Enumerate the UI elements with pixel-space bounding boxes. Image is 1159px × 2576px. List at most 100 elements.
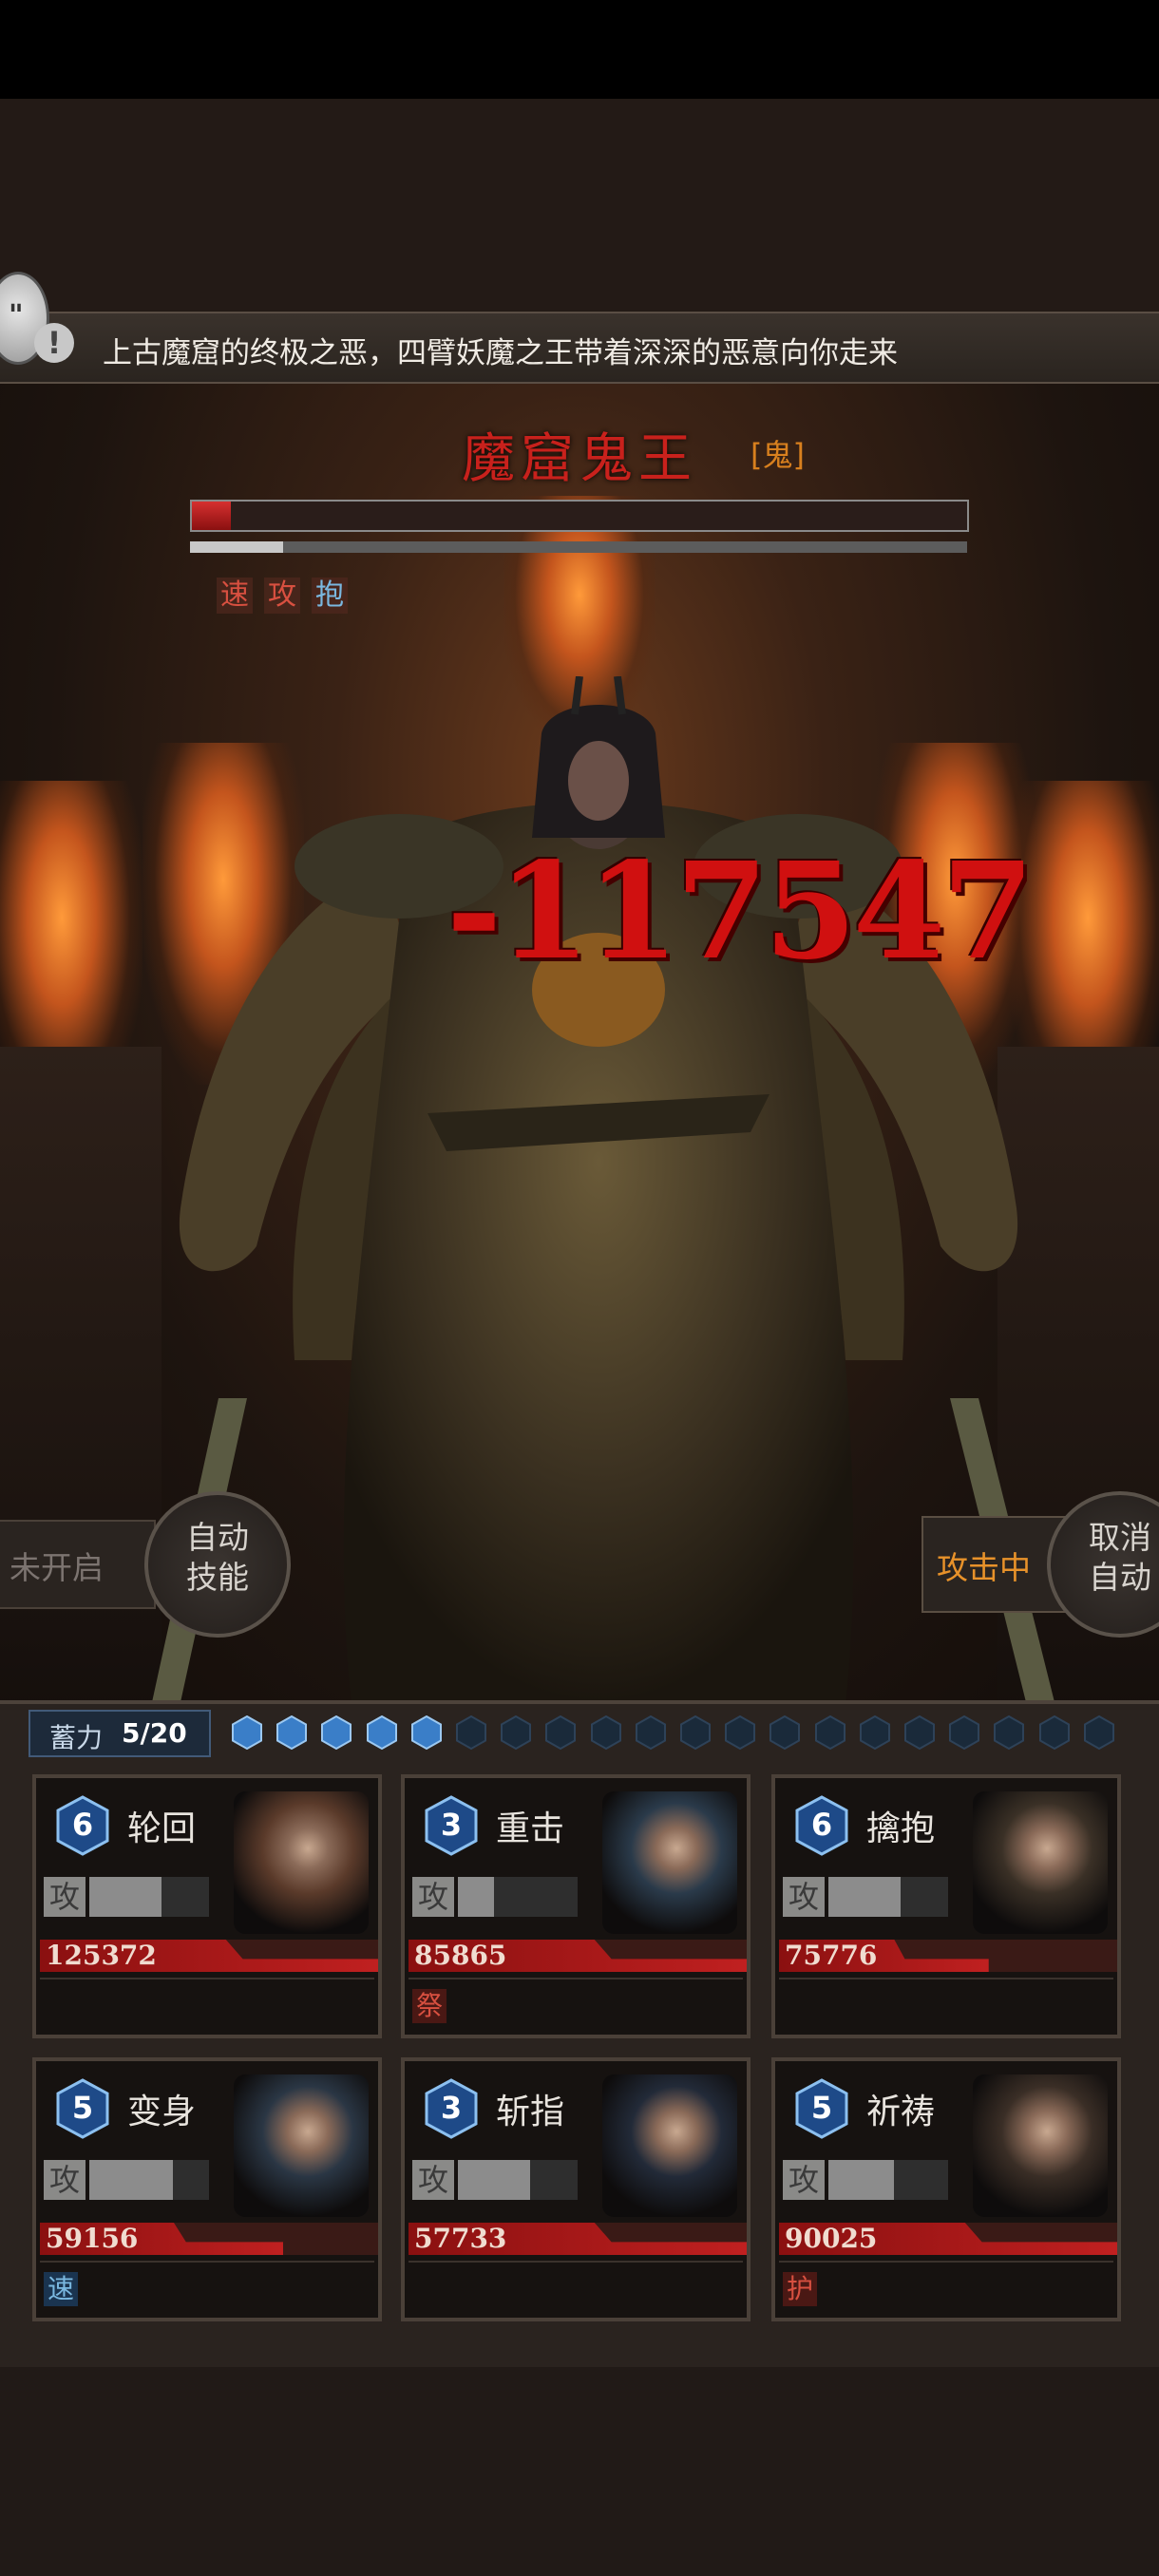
skill-name: 变身 — [127, 2093, 197, 2131]
charge-orb-empty — [680, 1715, 711, 1750]
charge-orb-filled — [232, 1715, 262, 1750]
card-status-row — [40, 1978, 374, 2033]
attack-charge-bar — [828, 2160, 948, 2200]
hooded-figure-portrait — [602, 2074, 737, 2217]
boss-hp-fill — [192, 502, 231, 530]
boss-intro-message: 上古魔窟的终极之恶，四臂妖魔之王带着深深的恶意向你走来 — [103, 336, 898, 370]
attack-charge-bar — [458, 2160, 578, 2200]
charge-orb-empty — [770, 1715, 801, 1750]
charge-value: 5/20 — [122, 1717, 187, 1749]
skill-name: 擒抱 — [866, 1809, 936, 1848]
hero-card[interactable]: 6 擒抱 攻 75776 — [771, 1774, 1121, 2038]
boss-secondary-bar — [190, 541, 967, 553]
level-badge — [795, 2078, 848, 2139]
attack-label: 攻 — [44, 1877, 86, 1917]
cancel-auto-label: 取消 自动 — [1089, 1519, 1151, 1596]
charge-orb-filled — [366, 1715, 397, 1750]
charge-orb-filled — [321, 1715, 352, 1750]
skill-name: 重击 — [496, 1809, 565, 1848]
boss-type-tag: [鬼] — [750, 437, 805, 473]
attack-label: 攻 — [412, 1877, 454, 1917]
attack-charge-bar — [89, 1877, 209, 1917]
auto-skill-button[interactable]: 自动 技能 — [144, 1491, 291, 1638]
locked-slot-label: 未开启 — [10, 1549, 104, 1586]
charge-orb-empty — [725, 1715, 756, 1750]
boss-status-grab: 抱 — [312, 578, 348, 614]
charge-orb-empty — [814, 1715, 846, 1750]
woman-bangs-portrait — [973, 2074, 1108, 2217]
hero-hp-value: 85865 — [414, 1940, 507, 1971]
attack-charge-fill — [828, 1877, 901, 1917]
old-man-portrait — [973, 1791, 1108, 1934]
attack-label: 攻 — [783, 1877, 825, 1917]
attack-charge-fill — [89, 1877, 162, 1917]
attack-charge-fill — [89, 2160, 174, 2200]
boss-status-attack: 攻 — [264, 578, 300, 614]
skill-name: 祈祷 — [866, 2093, 936, 2131]
battle-scene — [0, 382, 1159, 1702]
level-badge — [425, 2078, 478, 2139]
level-badge — [56, 2078, 109, 2139]
attack-charge-bar — [458, 1877, 578, 1917]
boss-secondary-fill — [190, 541, 284, 553]
card-status-row — [408, 1978, 743, 2033]
hero-hp-value: 90025 — [785, 2223, 878, 2254]
hero-card[interactable]: 6 轮回 攻 125372 — [32, 1774, 382, 2038]
hero-hp-value: 59156 — [46, 2223, 139, 2254]
status-bar-area — [0, 0, 1159, 99]
charge-orb-empty — [590, 1715, 621, 1750]
locked-slot-button[interactable]: 未开启 — [0, 1520, 156, 1609]
young-woman-portrait — [234, 2074, 369, 2217]
charge-orb-empty — [545, 1715, 577, 1750]
attack-charge-fill — [458, 2160, 530, 2200]
charge-orb-empty — [456, 1715, 486, 1750]
auto-skill-label: 自动 技能 — [186, 1519, 249, 1596]
level-badge — [56, 1795, 109, 1856]
charge-label: 蓄力 — [49, 1722, 104, 1753]
hero-status-tag: 护 — [783, 2272, 817, 2306]
card-status-row — [779, 2261, 1113, 2316]
attack-charge-fill — [828, 2160, 895, 2200]
hero-status-tag: 速 — [44, 2272, 78, 2306]
charge-counter: 蓄力 5/20 — [28, 1710, 211, 1757]
hero-card[interactable]: 3 重击 攻 85865 祭 — [401, 1774, 750, 2038]
chat-glyph: " — [9, 299, 24, 332]
attack-label: 攻 — [44, 2160, 86, 2200]
charge-orb-filled — [276, 1715, 308, 1750]
attack-label: 攻 — [412, 2160, 454, 2200]
card-status-row — [408, 2261, 743, 2316]
skill-name: 轮回 — [127, 1809, 197, 1848]
attack-label: 攻 — [783, 2160, 825, 2200]
boss-status-speed: 速 — [217, 578, 253, 614]
charge-orb-empty — [1038, 1715, 1070, 1750]
upper-background — [0, 99, 1159, 319]
charge-orb-empty — [904, 1715, 935, 1750]
charge-orb-empty — [859, 1715, 890, 1750]
hero-card[interactable]: 5 祈祷 攻 90025 护 — [771, 2057, 1121, 2321]
attack-charge-fill — [458, 1877, 494, 1917]
attacking-status-label: 攻击中 — [937, 1549, 1031, 1586]
card-status-row — [40, 2261, 374, 2316]
bald-monk-portrait — [234, 1791, 369, 1934]
charge-orb-empty — [994, 1715, 1025, 1750]
boss-name: 魔窟鬼王 — [462, 428, 697, 490]
charge-orb-empty — [501, 1715, 532, 1750]
charge-orb-empty — [635, 1715, 666, 1750]
lower-background — [0, 2367, 1159, 2576]
charge-orb-filled — [410, 1715, 442, 1750]
exclamation-icon[interactable]: ! — [34, 323, 74, 363]
charge-orb-empty — [949, 1715, 980, 1750]
attacking-status-button[interactable]: 攻击中 — [922, 1516, 1068, 1613]
level-badge — [795, 1795, 848, 1856]
card-status-row — [779, 1978, 1113, 2033]
hero-card[interactable]: 5 变身 攻 59156 速 — [32, 2057, 382, 2321]
hero-hp-value: 125372 — [46, 1940, 157, 1971]
young-man-portrait — [602, 1791, 737, 1934]
damage-number: -117547 — [446, 834, 1035, 990]
skill-name: 斩指 — [496, 2093, 565, 2131]
hero-card[interactable]: 3 斩指 攻 57733 — [401, 2057, 750, 2321]
boss-hp-bar — [190, 500, 969, 532]
charge-orb-empty — [1083, 1715, 1114, 1750]
hero-hp-value: 75776 — [785, 1940, 878, 1971]
hero-status-tag: 祭 — [412, 1989, 446, 2023]
